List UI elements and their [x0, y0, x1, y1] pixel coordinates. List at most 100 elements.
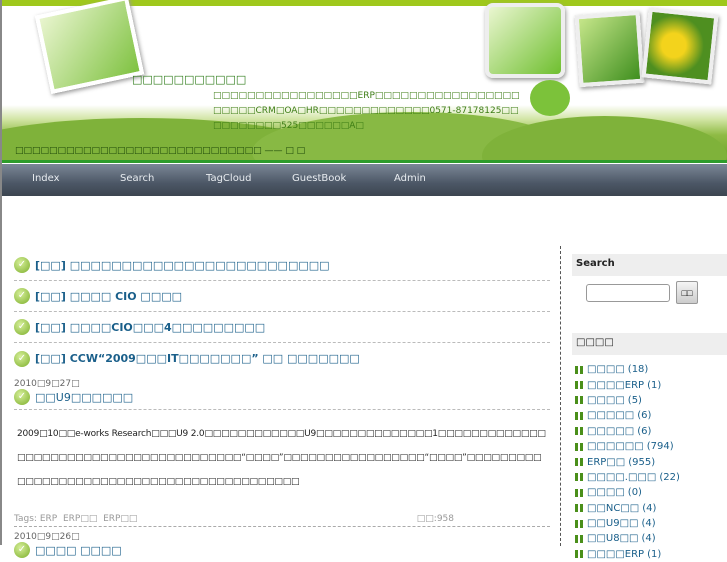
category-link[interactable]: □□NC□□: [587, 503, 639, 514]
sticky-title[interactable]: □□□□CIO□□□4□□□□□□□□□: [70, 321, 265, 334]
category-icon: [575, 411, 583, 420]
category-count: (4): [641, 533, 656, 545]
category-list: □□□□ (18) □□□□ERP (1) □□□□ (5) □□□□□ (6) □□□□□ (6…: [572, 355, 727, 562]
tag-link[interactable]: ERP□□: [103, 514, 137, 524]
category-item[interactable]: □□□□□ (6): [572, 408, 727, 423]
category-icon: [575, 458, 583, 467]
check-icon: ✓: [14, 542, 30, 558]
sidebar: Search □□ □□□□ □□□□ (18) □□□□ERP (1) □□□□ (5)…: [572, 254, 727, 562]
check-icon: ✓: [14, 319, 30, 335]
search-button[interactable]: □□: [676, 281, 698, 304]
category-link[interactable]: □□□□□: [587, 426, 634, 437]
category-count: (4): [642, 502, 657, 514]
category-count: (6): [637, 425, 652, 437]
category-count: (6): [637, 410, 652, 422]
category-icon: [575, 427, 583, 436]
category-icon: [575, 381, 583, 390]
tag-link[interactable]: ERP: [40, 514, 57, 524]
nav-admin[interactable]: Admin: [394, 173, 426, 184]
tag-link[interactable]: ERP□□: [63, 514, 97, 524]
category-item[interactable]: □□U9□□ (4): [572, 516, 727, 531]
post-title-row[interactable]: ✓ □□U9□□□□□□: [14, 389, 550, 410]
category-count: (4): [641, 518, 656, 530]
post-title-row[interactable]: ✓ □□□□ □□□□: [14, 542, 550, 562]
category-link[interactable]: □□U8□□: [587, 533, 638, 544]
category-item[interactable]: □□U8□□ (4): [572, 531, 727, 546]
post-footer: Tags: ERP ERP□□ ERP□□ □□:958: [14, 514, 550, 527]
category-link[interactable]: □□□□.□□□: [587, 472, 656, 483]
site-title: □□□□□□□□□□□: [132, 73, 247, 86]
category-item[interactable]: □□□□ (5): [572, 393, 727, 408]
post-views: □□:958: [416, 514, 454, 524]
nav-guestbook[interactable]: GuestBook: [292, 173, 346, 184]
sticky-prefix: [□□]: [35, 320, 66, 334]
post-body: 2009□10□□e-works Research□□□U9 2.0□□□□□□…: [17, 429, 546, 487]
category-icon: [575, 488, 583, 497]
category-icon: [575, 550, 583, 559]
check-icon: ✓: [14, 257, 30, 273]
category-item[interactable]: □□□□.□□□ (22): [572, 470, 727, 485]
category-icon: [575, 442, 583, 451]
category-item[interactable]: □□□□□ (6): [572, 424, 727, 439]
category-link[interactable]: □□□□□□: [587, 441, 644, 452]
post-list: ✓ [□□] □□□□□□□□□□□□□□□□□□□□□□□□□ ✓ [□□] □□…: [14, 250, 550, 562]
site-description: □□□□□□□□□□□□□□□□□ERP□□□□□□□□□□□□□□□□□□□□…: [213, 91, 520, 131]
tags-label: Tags:: [14, 514, 37, 524]
category-icon: [575, 396, 583, 405]
nav-index[interactable]: Index: [32, 173, 60, 184]
search-input[interactable]: [586, 284, 670, 302]
category-link[interactable]: □□□□: [587, 395, 625, 406]
search-heading: Search: [572, 254, 727, 276]
post-title[interactable]: □□□□ □□□□: [35, 544, 122, 557]
category-item[interactable]: □□□□ERP (1): [572, 377, 727, 392]
check-icon: ✓: [14, 389, 30, 405]
category-count: (22): [659, 471, 680, 483]
category-icon: [575, 534, 583, 543]
post-tags: Tags: ERP ERP□□ ERP□□: [14, 514, 137, 524]
photo-stack: [485, 3, 725, 88]
category-count: (18): [627, 364, 649, 376]
sticky-title[interactable]: □□□□□□□□□□□□□□□□□□□□□□□□□: [70, 259, 330, 272]
category-link[interactable]: □□□□ERP: [587, 549, 644, 560]
category-count: (1): [647, 548, 662, 560]
check-icon: ✓: [14, 288, 30, 304]
category-item[interactable]: □□□□ERP (1): [572, 547, 727, 562]
category-count: (1): [647, 379, 662, 391]
search-form: □□: [572, 276, 727, 333]
category-icon: [575, 473, 583, 482]
category-link[interactable]: □□□□ERP: [587, 380, 644, 391]
site-motto: □□□□□□□□□□□□□□□□□□□□□□□□□□□□□ —— □ □: [15, 146, 306, 156]
category-item[interactable]: ERP□□ (955): [572, 454, 727, 469]
sticky-prefix: [□□]: [35, 258, 66, 272]
column-divider: [560, 246, 561, 546]
divider: [2, 160, 727, 163]
main-nav: Index Search TagCloud GuestBook Admin: [2, 164, 727, 196]
category-link[interactable]: □□□□: [587, 364, 625, 375]
categories-heading: □□□□: [572, 333, 727, 355]
category-item[interactable]: □□NC□□ (4): [572, 501, 727, 516]
sticky-post[interactable]: ✓ [□□] □□□□□□□□□□□□□□□□□□□□□□□□□: [14, 250, 550, 281]
post-title[interactable]: □□U9□□□□□□: [35, 391, 133, 404]
category-link[interactable]: ERP□□: [587, 457, 625, 468]
category-icon: [575, 519, 583, 528]
nav-search[interactable]: Search: [120, 173, 154, 184]
category-item[interactable]: □□□□ (0): [572, 485, 727, 500]
category-count: (955): [628, 456, 656, 468]
category-icon: [575, 504, 583, 513]
category-item[interactable]: □□□□ (18): [572, 362, 727, 377]
sticky-post[interactable]: ✓ [□□] CCW“2009□□□IT□□□□□□□” □□ □□□□□□□: [14, 343, 550, 374]
sticky-title[interactable]: CCW“2009□□□IT□□□□□□□” □□ □□□□□□□: [70, 352, 360, 365]
clover-icon: [530, 80, 570, 116]
category-item[interactable]: □□□□□□ (794): [572, 439, 727, 454]
category-link[interactable]: □□□□: [587, 487, 625, 498]
sticky-post[interactable]: ✓ [□□] □□□□ CIO □□□□: [14, 281, 550, 312]
sticky-prefix: [□□]: [35, 289, 66, 303]
category-count: (5): [627, 394, 642, 406]
category-link[interactable]: □□□□□: [587, 410, 634, 421]
category-count: (0): [627, 487, 642, 499]
sticky-title[interactable]: □□□□ CIO □□□□: [70, 290, 182, 303]
sticky-post[interactable]: ✓ [□□] □□□□CIO□□□4□□□□□□□□□: [14, 312, 550, 343]
nav-tagcloud[interactable]: TagCloud: [206, 173, 252, 184]
category-link[interactable]: □□U9□□: [587, 518, 638, 529]
category-count: (794): [646, 441, 674, 453]
